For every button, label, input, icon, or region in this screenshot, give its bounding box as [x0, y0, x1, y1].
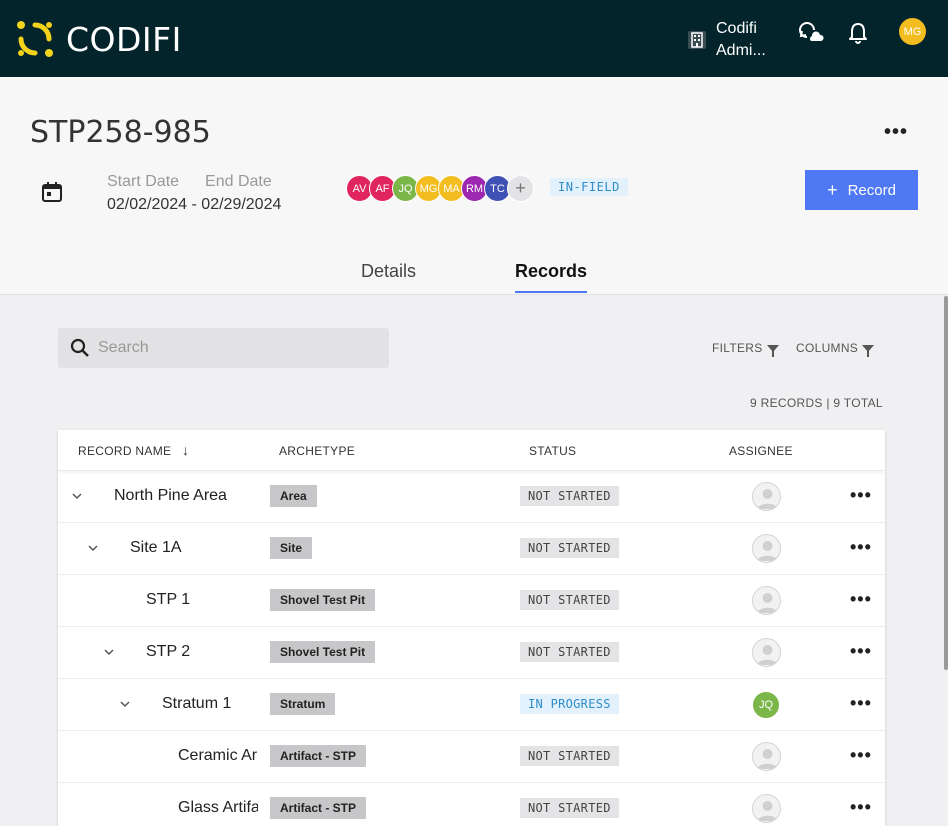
- add-member-button[interactable]: +: [507, 175, 534, 202]
- row-more-button[interactable]: •••: [850, 537, 872, 558]
- bell-icon[interactable]: [845, 20, 871, 46]
- user-placeholder-icon: [757, 645, 778, 665]
- cloud-sync-icon[interactable]: [798, 20, 824, 46]
- user-placeholder-icon: [757, 541, 778, 561]
- table-row[interactable]: STP 2 Shovel Test Pit NOT STARTED •••: [58, 627, 885, 679]
- record-name[interactable]: STP 2: [146, 643, 260, 661]
- filter-icon: [862, 344, 875, 357]
- add-record-button[interactable]: + Record: [805, 170, 918, 210]
- status-badge: NOT STARTED: [520, 590, 619, 610]
- chevron-down-icon[interactable]: [104, 647, 114, 657]
- assignee-placeholder-avatar[interactable]: [752, 534, 781, 563]
- status-badge: NOT STARTED: [520, 538, 619, 558]
- top-navigation-bar: CODIFI Codifi Admi... MG: [0, 0, 948, 77]
- row-more-button[interactable]: •••: [850, 485, 872, 506]
- codifi-logo[interactable]: CODIFI: [14, 18, 182, 60]
- status-badge: NOT STARTED: [520, 642, 619, 662]
- record-name[interactable]: North Pine Area: [114, 487, 264, 505]
- row-more-button[interactable]: •••: [850, 797, 872, 818]
- archetype-tag: Shovel Test Pit: [270, 641, 376, 663]
- user-placeholder-icon: [757, 749, 778, 769]
- chevron-down-icon[interactable]: [120, 699, 130, 709]
- building-icon: [688, 31, 706, 49]
- row-more-button[interactable]: •••: [850, 641, 872, 662]
- status-badge: NOT STARTED: [520, 798, 619, 818]
- user-placeholder-icon: [757, 489, 778, 509]
- filters-button[interactable]: FILTERS: [712, 341, 779, 357]
- table-row[interactable]: Stratum 1 Stratum IN PROGRESS JQ •••: [58, 679, 885, 731]
- table-row[interactable]: Glass Artifa Artifact - STP NOT STARTED …: [58, 783, 885, 826]
- archetype-tag: Shovel Test Pit: [270, 589, 376, 611]
- status-badge: NOT STARTED: [520, 746, 619, 766]
- search-icon: [70, 338, 89, 357]
- project-more-button[interactable]: •••: [884, 121, 908, 144]
- search-box[interactable]: [58, 328, 389, 368]
- codifi-logo-icon: [17, 21, 53, 57]
- end-date-label: End Date: [205, 173, 272, 190]
- organization-role: Admi...: [716, 42, 766, 59]
- calendar-icon: [42, 182, 62, 202]
- tab-records[interactable]: Records: [515, 261, 587, 282]
- sort-descending-icon[interactable]: ↓: [182, 442, 189, 458]
- project-header: STP258-985 ••• Start Date End Date 02/02/…: [0, 77, 948, 295]
- row-more-button[interactable]: •••: [850, 693, 872, 714]
- assignee-placeholder-avatar[interactable]: [752, 482, 781, 511]
- search-input[interactable]: [98, 328, 378, 368]
- record-name[interactable]: STP 1: [146, 591, 260, 609]
- status-badge: NOT STARTED: [520, 486, 619, 506]
- record-name[interactable]: Glass Artifa: [178, 799, 258, 817]
- chevron-down-icon[interactable]: [72, 491, 82, 501]
- table-row[interactable]: Site 1A Site NOT STARTED •••: [58, 523, 885, 575]
- column-header-assignee[interactable]: ASSIGNEE: [729, 444, 793, 458]
- assignee-placeholder-avatar[interactable]: [752, 742, 781, 771]
- date-labels: Start Date End Date: [107, 173, 272, 191]
- project-title: STP258-985: [30, 115, 211, 150]
- assignee-placeholder-avatar[interactable]: [752, 586, 781, 615]
- archetype-tag: Stratum: [270, 693, 336, 715]
- active-tab-indicator: [515, 291, 587, 293]
- row-more-button[interactable]: •••: [850, 589, 872, 610]
- assignee-avatar[interactable]: JQ: [753, 692, 779, 718]
- column-header-record-name[interactable]: RECORD NAME: [78, 444, 171, 458]
- page-scrollbar[interactable]: [944, 296, 948, 670]
- table-row[interactable]: North Pine Area Area NOT STARTED •••: [58, 471, 885, 523]
- brand-name: CODIFI: [66, 19, 182, 59]
- assignee-placeholder-avatar[interactable]: [752, 794, 781, 823]
- columns-label: COLUMNS: [796, 341, 859, 355]
- plus-icon: +: [827, 179, 838, 200]
- filter-icon: [766, 344, 779, 357]
- columns-button[interactable]: COLUMNS: [796, 341, 875, 357]
- project-status-badge: IN-FIELD: [550, 178, 628, 196]
- record-name[interactable]: Stratum 1: [162, 695, 260, 713]
- table-header: RECORD NAME ↓ ARCHETYPE STATUS ASSIGNEE: [58, 430, 885, 471]
- archetype-tag: Site: [270, 537, 313, 559]
- user-placeholder-icon: [757, 801, 778, 821]
- user-avatar[interactable]: MG: [899, 18, 926, 45]
- record-count: 9 RECORDS | 9 TOTAL: [750, 396, 883, 410]
- chevron-down-icon[interactable]: [88, 543, 98, 553]
- records-table: RECORD NAME ↓ ARCHETYPE STATUS ASSIGNEE …: [58, 430, 885, 826]
- column-header-archetype[interactable]: ARCHETYPE: [279, 444, 355, 458]
- start-date-label: Start Date: [107, 173, 180, 190]
- record-name[interactable]: Site 1A: [130, 539, 260, 557]
- archetype-tag: Artifact - STP: [270, 797, 367, 819]
- assignee-placeholder-avatar[interactable]: [752, 638, 781, 667]
- tab-details[interactable]: Details: [361, 261, 416, 282]
- organization-switcher[interactable]: Codifi Admi...: [686, 18, 766, 62]
- filters-label: FILTERS: [712, 341, 763, 355]
- column-header-status[interactable]: STATUS: [529, 444, 576, 458]
- add-record-label: Record: [847, 181, 896, 199]
- archetype-tag: Area: [270, 485, 317, 507]
- organization-name: Codifi: [716, 20, 757, 37]
- record-name[interactable]: Ceramic Ar: [178, 747, 258, 765]
- row-more-button[interactable]: •••: [850, 745, 872, 766]
- user-placeholder-icon: [757, 593, 778, 613]
- date-range: 02/02/2024 - 02/29/2024: [107, 196, 282, 213]
- table-row[interactable]: STP 1 Shovel Test Pit NOT STARTED •••: [58, 575, 885, 627]
- table-row[interactable]: Ceramic Ar Artifact - STP NOT STARTED ••…: [58, 731, 885, 783]
- archetype-tag: Artifact - STP: [270, 745, 367, 767]
- status-badge: IN PROGRESS: [520, 694, 619, 714]
